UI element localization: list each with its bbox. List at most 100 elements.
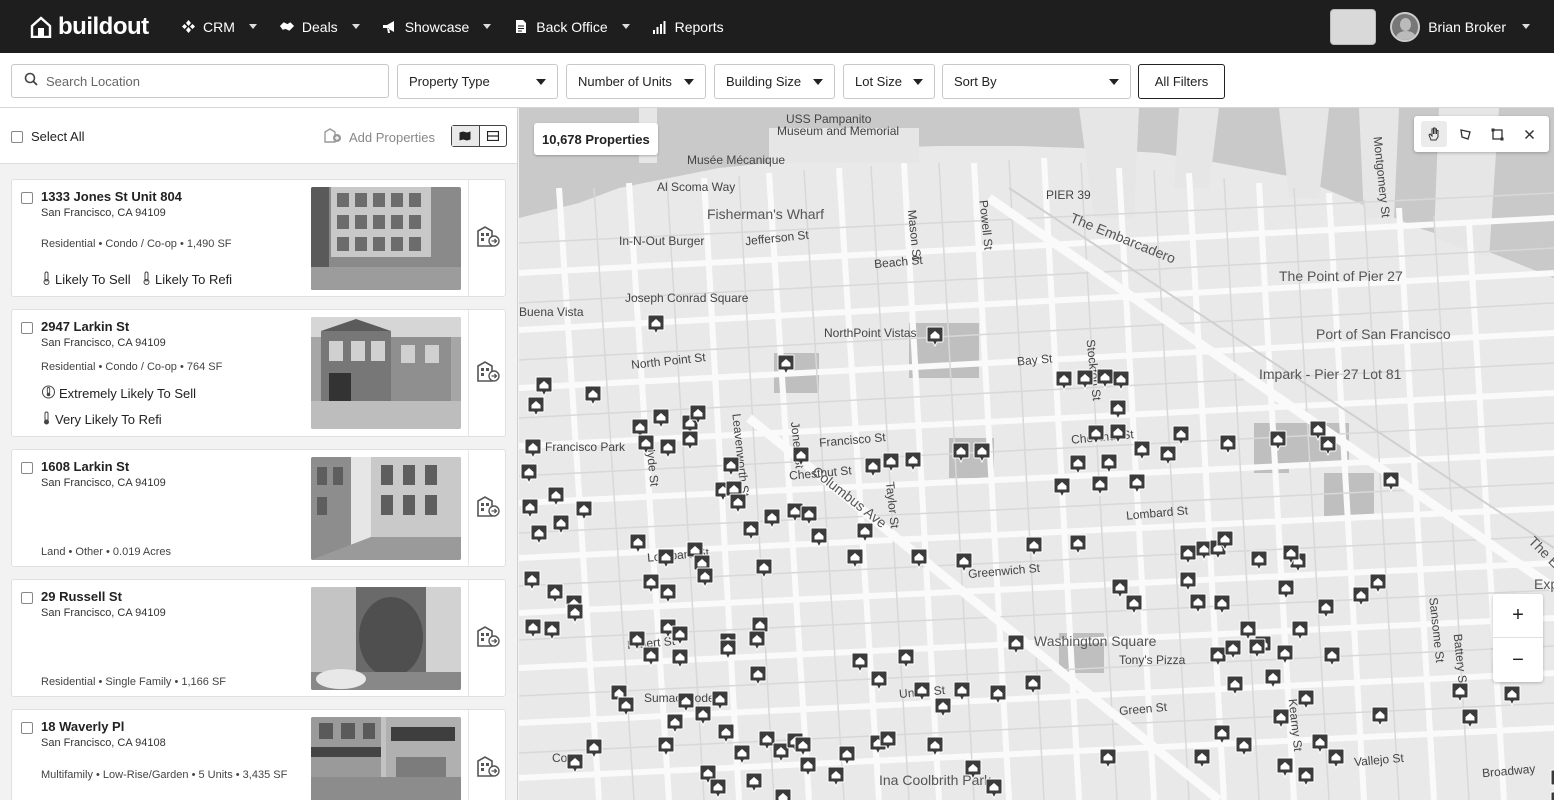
property-card[interactable]: 18 Waverly Pl San Francisco, CA 94108 Mu…: [11, 709, 506, 800]
property-pin-icon[interactable]: [973, 442, 991, 464]
add-to-list-icon[interactable]: [476, 361, 500, 388]
property-card[interactable]: 2947 Larkin St San Francisco, CA 94109 R…: [11, 309, 506, 437]
property-pin-icon[interactable]: [926, 736, 944, 758]
property-pin-icon[interactable]: [733, 744, 751, 766]
property-pin-icon[interactable]: [1269, 430, 1287, 452]
property-pin-icon[interactable]: [1319, 435, 1337, 457]
property-pin-icon[interactable]: [1352, 586, 1370, 608]
property-pin-icon[interactable]: [1179, 571, 1197, 593]
property-pin-icon[interactable]: [1226, 675, 1244, 697]
property-pin-icon[interactable]: [1224, 639, 1242, 661]
property-address[interactable]: 1608 Larkin St: [41, 459, 129, 474]
property-pin-icon[interactable]: [1069, 534, 1087, 556]
property-map[interactable]: USS Pampanito Museum and Memorial Musée …: [519, 108, 1554, 800]
property-pin-icon[interactable]: [677, 692, 695, 714]
property-pin-icon[interactable]: [694, 705, 712, 727]
property-pin-icon[interactable]: [1451, 682, 1469, 704]
property-pin-icon[interactable]: [1112, 370, 1130, 392]
property-pin-icon[interactable]: [1128, 473, 1146, 495]
property-pin-icon[interactable]: [547, 486, 565, 508]
property-pin-icon[interactable]: [1277, 579, 1295, 601]
property-pin-icon[interactable]: [722, 456, 740, 478]
property-pin-icon[interactable]: [1109, 423, 1127, 445]
property-pin-icon[interactable]: [1076, 369, 1094, 391]
property-pin-icon[interactable]: [882, 452, 900, 474]
property-pin-icon[interactable]: [1282, 544, 1300, 566]
clear-icon[interactable]: [1516, 121, 1542, 147]
property-pin-icon[interactable]: [681, 430, 699, 452]
property-pin-icon[interactable]: [955, 552, 973, 574]
property-address[interactable]: 2947 Larkin St: [41, 319, 129, 334]
property-pin-icon[interactable]: [952, 442, 970, 464]
draw-rectangle-icon[interactable]: [1484, 121, 1510, 147]
property-pin-icon[interactable]: [1025, 536, 1043, 558]
property-checkbox[interactable]: [21, 592, 33, 604]
property-pin-icon[interactable]: [1024, 674, 1042, 696]
property-pin-icon[interactable]: [535, 376, 553, 398]
property-pin-icon[interactable]: [879, 730, 897, 752]
property-pin-icon[interactable]: [799, 756, 817, 778]
property-pin-icon[interactable]: [585, 738, 603, 760]
property-type-dropdown[interactable]: Property Type: [397, 64, 558, 99]
map-view-icon[interactable]: [452, 126, 480, 146]
property-pin-icon[interactable]: [629, 533, 647, 555]
list-view-icon[interactable]: [480, 126, 507, 146]
property-pin-icon[interactable]: [1069, 454, 1087, 476]
property-pin-icon[interactable]: [527, 396, 545, 418]
property-pin-icon[interactable]: [1216, 530, 1234, 552]
property-checkbox[interactable]: [21, 322, 33, 334]
property-pin-icon[interactable]: [792, 446, 810, 468]
property-pin-icon[interactable]: [864, 457, 882, 479]
property-pin-icon[interactable]: [851, 652, 869, 674]
property-pin-icon[interactable]: [1272, 708, 1290, 730]
draw-polygon-icon[interactable]: [1453, 121, 1479, 147]
property-pin-icon[interactable]: [1323, 646, 1341, 668]
property-pin-icon[interactable]: [1248, 638, 1266, 660]
property-pin-icon[interactable]: [642, 573, 660, 595]
property-photo[interactable]: [311, 587, 461, 690]
property-pin-icon[interactable]: [870, 670, 888, 692]
property-pin-icon[interactable]: [523, 570, 541, 592]
property-card[interactable]: 29 Russell St San Francisco, CA 94109 Re…: [11, 579, 506, 697]
property-pin-icon[interactable]: [1297, 689, 1315, 711]
property-pin-icon[interactable]: [575, 500, 593, 522]
property-pin-icon[interactable]: [1213, 594, 1231, 616]
property-pin-icon[interactable]: [964, 759, 982, 781]
property-pin-icon[interactable]: [1109, 399, 1127, 421]
property-pin-icon[interactable]: [524, 438, 542, 460]
property-pin-icon[interactable]: [800, 505, 818, 527]
property-pin-icon[interactable]: [1159, 445, 1177, 467]
property-pin-icon[interactable]: [1371, 706, 1389, 728]
property-pin-icon[interactable]: [1189, 593, 1207, 615]
property-pin-icon[interactable]: [1053, 477, 1071, 499]
zoom-out-button[interactable]: −: [1493, 638, 1543, 682]
search-location-input[interactable]: [46, 73, 366, 89]
add-to-list-icon[interactable]: [476, 496, 500, 523]
property-pin-icon[interactable]: [1133, 440, 1151, 462]
property-pin-icon[interactable]: [617, 696, 635, 718]
property-checkbox[interactable]: [21, 722, 33, 734]
property-pin-icon[interactable]: [666, 713, 684, 735]
property-pin-icon[interactable]: [897, 648, 915, 670]
nav-deals[interactable]: Deals: [279, 19, 360, 35]
property-pin-icon[interactable]: [657, 736, 675, 758]
property-pin-icon[interactable]: [709, 778, 727, 800]
property-pin-icon[interactable]: [711, 690, 729, 712]
property-pin-icon[interactable]: [1100, 453, 1118, 475]
property-photo[interactable]: [311, 317, 461, 429]
property-pin-icon[interactable]: [659, 438, 677, 460]
nav-showcase[interactable]: Showcase: [382, 19, 492, 35]
property-pin-icon[interactable]: [566, 753, 584, 775]
property-pin-icon[interactable]: [671, 625, 689, 647]
property-pin-icon[interactable]: [671, 648, 689, 670]
property-pin-icon[interactable]: [1219, 434, 1237, 456]
property-pin-icon[interactable]: [810, 527, 828, 549]
property-pin-icon[interactable]: [1369, 573, 1387, 595]
property-pin-icon[interactable]: [642, 646, 660, 668]
property-pin-icon[interactable]: [652, 408, 670, 430]
buildout-logo[interactable]: buildout: [30, 13, 180, 41]
property-pin-icon[interactable]: [910, 548, 928, 570]
property-pin-icon[interactable]: [1172, 425, 1190, 447]
property-pin-icon[interactable]: [1503, 685, 1521, 707]
select-all[interactable]: Select All: [11, 129, 84, 144]
